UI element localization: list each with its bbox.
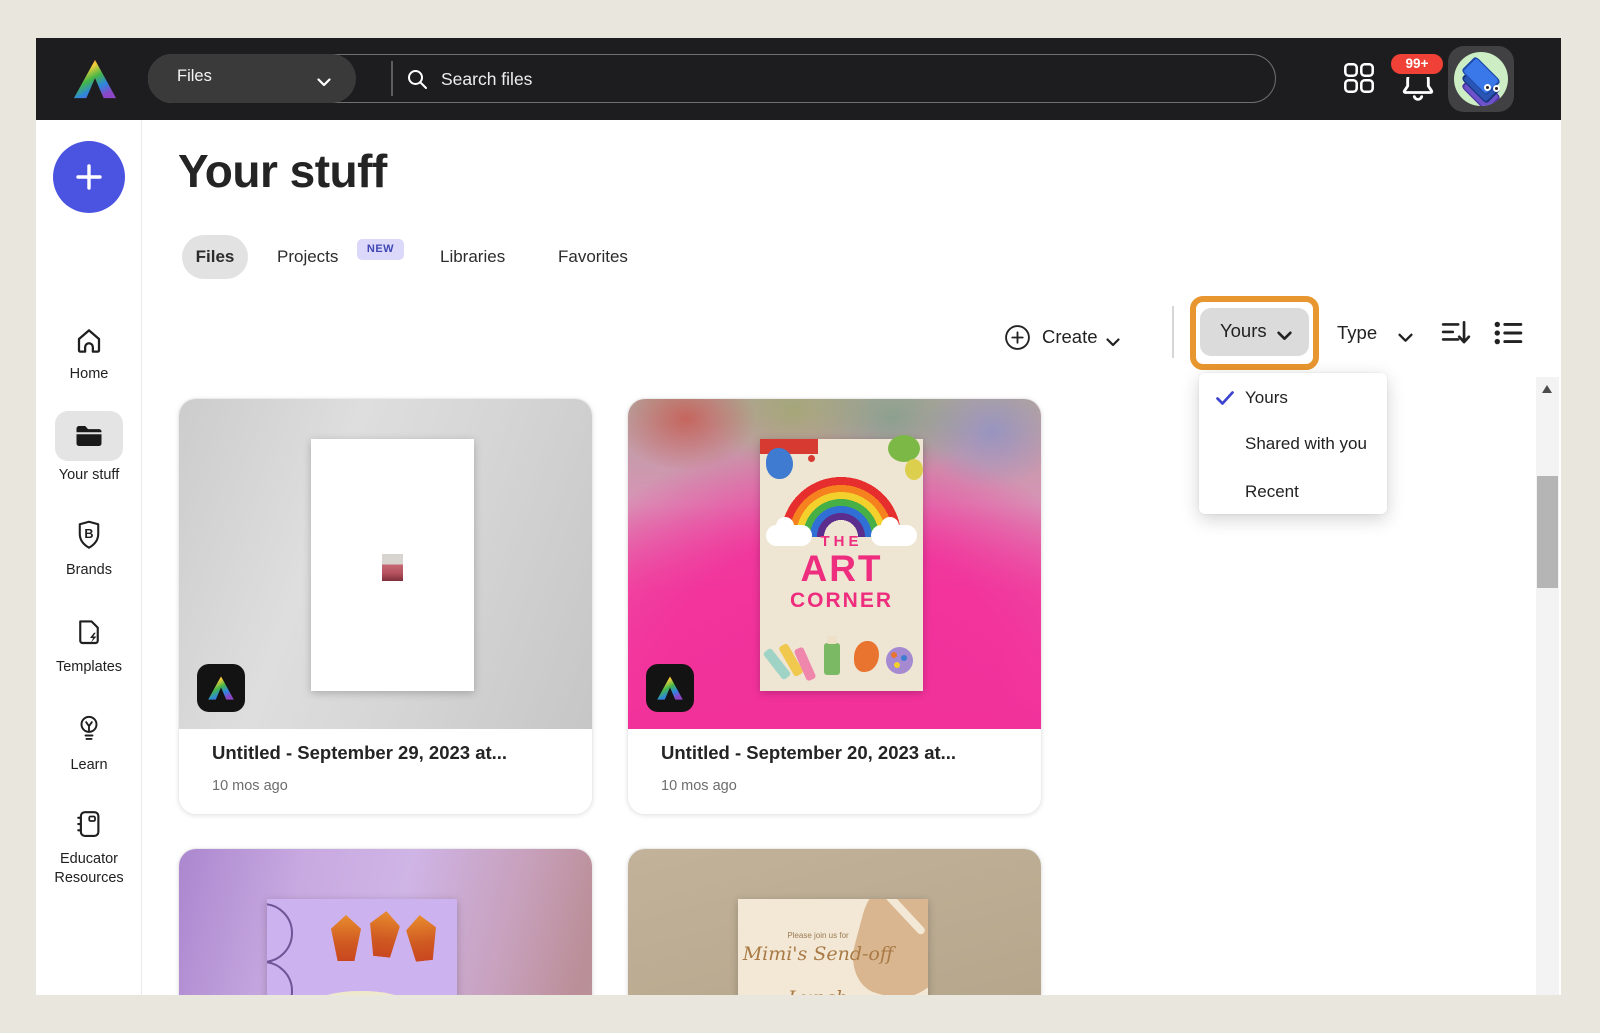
file-card[interactable]: THE ART CORNER Untitled - September 20, …	[627, 398, 1042, 815]
tab-libraries[interactable]: Libraries	[440, 247, 505, 267]
highlight-annotation-box	[1190, 296, 1319, 370]
create-label: Create	[1042, 326, 1098, 347]
sidebar-item-label: Home	[69, 366, 109, 382]
file-card[interactable]: Untitled - September 29, 2023 at... 10 m…	[178, 398, 593, 815]
menu-item-recent[interactable]: Recent	[1199, 469, 1387, 516]
sidebar-item-educator-resources[interactable]: Educator Resources	[36, 809, 142, 919]
sidebar-item-home[interactable]: Home	[36, 325, 142, 397]
toolbar-divider	[1172, 306, 1174, 358]
sidebar-item-brands[interactable]: B Brands	[36, 520, 142, 592]
brands-shield-icon: B	[75, 520, 103, 555]
file-thumbnail: Please join us for Mimi's Send-off Lunch	[628, 849, 1041, 995]
scrollbar-track[interactable]	[1536, 377, 1559, 995]
svg-text:B: B	[84, 527, 93, 541]
thumbnail-text: Mimi's Send-off	[742, 943, 894, 965]
search-scope-label: Files	[177, 67, 212, 85]
chevron-down-icon	[1398, 330, 1413, 348]
browser-app-frame: Files Search files 99+ Home Your stuff B…	[36, 38, 1561, 995]
thumbnail-text: Please join us for	[787, 931, 849, 940]
menu-item-label: Shared with you	[1245, 434, 1367, 453]
global-search-bar: Files	[148, 54, 1276, 103]
learn-lightbulb-icon	[75, 714, 103, 749]
avatar-illustration	[1454, 52, 1508, 106]
tab-files[interactable]: Files	[182, 235, 248, 279]
sidebar-item-your-stuff[interactable]: Your stuff	[36, 411, 142, 489]
tab-favorites[interactable]: Favorites	[558, 247, 628, 267]
account-avatar[interactable]	[1448, 46, 1514, 112]
sidebar-item-label: Learn	[70, 757, 108, 773]
notification-count-badge: 99+	[1388, 51, 1446, 77]
sidebar-item-learn[interactable]: Learn	[36, 714, 142, 786]
adobe-express-badge-icon	[197, 664, 245, 712]
scrollbar-thumb[interactable]	[1537, 476, 1558, 588]
educator-resources-notebook-icon	[74, 809, 104, 844]
file-title: Untitled - September 29, 2023 at...	[212, 742, 508, 763]
screenshot-stage: Files Search files 99+ Home Your stuff B…	[0, 0, 1600, 1033]
main-content: Your stuff Files Projects NEW Libraries …	[142, 120, 1561, 995]
file-modified-time: 10 mos ago	[661, 778, 737, 794]
chevron-down-icon	[1106, 334, 1120, 352]
home-icon	[73, 325, 105, 362]
tab-projects[interactable]: Projects	[277, 247, 338, 267]
plus-circle-icon	[1004, 324, 1031, 356]
menu-item-label: Recent	[1245, 482, 1299, 501]
selected-item-background	[55, 411, 123, 461]
menu-item-yours[interactable]: Yours	[1199, 375, 1387, 422]
type-filter-label: Type	[1337, 322, 1378, 343]
new-badge: NEW	[357, 239, 404, 260]
chevron-down-icon	[317, 74, 331, 92]
file-title: Untitled - September 20, 2023 at...	[661, 742, 957, 763]
owner-filter-menu: Yours Shared with you Recent	[1199, 373, 1387, 514]
file-card[interactable]: Please join us for Mimi's Send-off Lunch	[627, 848, 1042, 995]
card-footer: Untitled - September 29, 2023 at... 10 m…	[179, 729, 592, 814]
search-icon	[405, 67, 429, 96]
type-filter-dropdown[interactable]: Type	[1337, 316, 1427, 352]
list-view-icon[interactable]	[1493, 320, 1523, 348]
left-sidebar: Home Your stuff B Brands Templates Learn…	[36, 120, 142, 995]
poster-text: ART	[800, 548, 883, 589]
search-scope-dropdown[interactable]: Files	[148, 54, 356, 103]
file-modified-time: 10 mos ago	[212, 778, 288, 794]
menu-item-shared-with-you[interactable]: Shared with you	[1199, 421, 1387, 468]
card-footer: Untitled - September 20, 2023 at... 10 m…	[628, 729, 1041, 814]
poster-text: CORNER	[789, 589, 893, 612]
sidebar-item-templates[interactable]: Templates	[36, 617, 142, 689]
thumbnail-photo	[382, 554, 403, 581]
adobe-express-badge-icon	[646, 664, 694, 712]
sidebar-item-label: Brands	[66, 562, 112, 578]
adobe-express-logo-icon[interactable]	[72, 57, 118, 101]
file-card[interactable]: FOLD YOUR CREATIVITY	[178, 848, 593, 995]
app-switcher-icon[interactable]	[1343, 62, 1375, 94]
page-title: Your stuff	[178, 145, 387, 197]
sidebar-item-label: Educator Resources	[54, 851, 124, 886]
check-icon	[1215, 390, 1235, 411]
menu-item-label: Yours	[1245, 388, 1288, 407]
folder-icon	[76, 426, 102, 446]
scrollbar-up-arrow[interactable]	[1542, 385, 1552, 393]
sidebar-item-label: Your stuff	[58, 467, 120, 483]
top-bar: Files Search files 99+	[36, 38, 1561, 120]
search-input[interactable]	[439, 61, 1203, 97]
thumbnail-text: Lunch	[738, 987, 898, 995]
sort-icon[interactable]	[1441, 319, 1471, 349]
create-new-button[interactable]	[53, 141, 125, 213]
file-thumbnail: FOLD YOUR CREATIVITY	[179, 849, 592, 995]
sidebar-item-label: Templates	[55, 659, 123, 675]
templates-icon	[74, 617, 104, 652]
search-divider	[391, 61, 393, 96]
